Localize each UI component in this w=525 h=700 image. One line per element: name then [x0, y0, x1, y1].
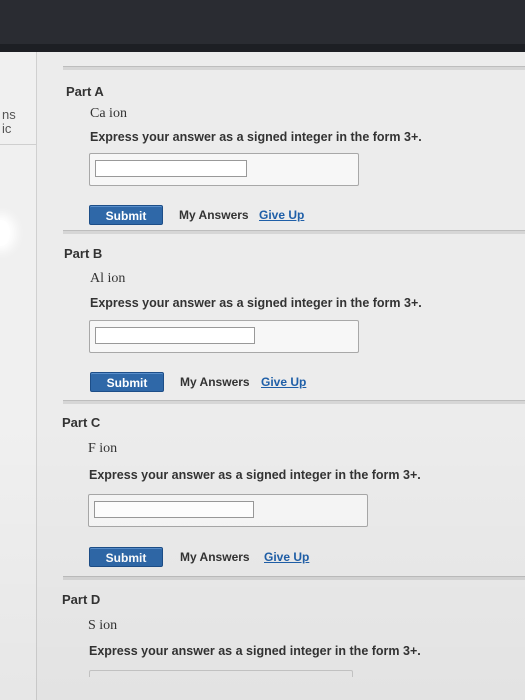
part-c-answer-container — [88, 494, 368, 527]
part-d-answer-container — [89, 670, 353, 677]
part-b-answer-input[interactable] — [95, 327, 255, 344]
part-a-ion: Ca ion — [90, 106, 127, 121]
part-a-instruction: Express your answer as a signed integer … — [90, 130, 422, 144]
top-bar — [0, 0, 525, 52]
part-a-answer-container — [89, 153, 359, 186]
part-a-give-up-link[interactable]: Give Up — [259, 208, 304, 222]
sidebar-divider — [0, 144, 36, 145]
part-d-section: Part D S ion Express your answer as a si… — [37, 576, 525, 700]
part-c-my-answers-link[interactable]: My Answers — [180, 550, 250, 564]
main-content: Part A Ca ion Express your answer as a s… — [37, 52, 525, 700]
sidebar-text-fragment-1: ns — [2, 107, 16, 122]
part-c-answer-input[interactable] — [94, 501, 254, 518]
part-b-give-up-link[interactable]: Give Up — [261, 375, 306, 389]
part-c-instruction: Express your answer as a signed integer … — [89, 468, 421, 482]
sidebar-text-fragment-2: ic — [2, 121, 12, 136]
part-b-label: Part B — [64, 246, 103, 261]
part-d-ion: S ion — [88, 618, 118, 633]
part-a-answer-input[interactable] — [95, 160, 247, 177]
part-c-ion: F ion — [88, 441, 118, 456]
part-d-label: Part D — [62, 592, 101, 607]
part-c-give-up-link[interactable]: Give Up — [264, 550, 309, 564]
part-divider — [63, 576, 525, 580]
part-c-submit-button[interactable]: Submit — [89, 547, 163, 567]
part-divider — [63, 230, 525, 234]
part-b-my-answers-link[interactable]: My Answers — [180, 375, 250, 389]
left-sidebar-fragment: ns ic — [0, 52, 37, 700]
part-b-instruction: Express your answer as a signed integer … — [90, 296, 422, 310]
part-a-my-answers-link[interactable]: My Answers — [179, 208, 249, 222]
part-b-section: Part B Al ion Express your answer as a s… — [37, 230, 525, 392]
part-divider — [63, 400, 525, 404]
part-a-label: Part A — [66, 84, 104, 99]
part-c-label: Part C — [62, 415, 101, 430]
part-divider — [63, 66, 525, 70]
part-c-section: Part C F ion Express your answer as a si… — [37, 400, 525, 570]
part-a-section: Part A Ca ion Express your answer as a s… — [37, 66, 525, 226]
part-b-submit-button[interactable]: Submit — [90, 372, 164, 392]
part-b-answer-container — [89, 320, 359, 353]
part-a-submit-button[interactable]: Submit — [89, 205, 163, 225]
part-b-ion: Al ion — [90, 271, 126, 286]
part-d-instruction: Express your answer as a signed integer … — [89, 644, 421, 658]
screen-glare — [0, 220, 10, 246]
